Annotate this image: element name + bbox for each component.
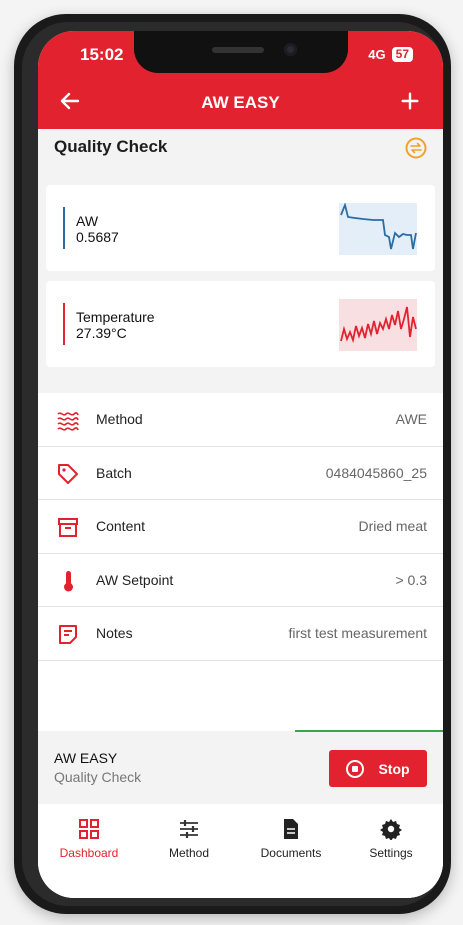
app-title: AW EASY <box>201 93 280 112</box>
detail-value-notes: first test measurement <box>288 625 428 641</box>
detail-row-content[interactable]: Content Dried meat <box>38 500 443 554</box>
nav-label-settings: Settings <box>369 846 413 860</box>
detail-name-method: Method <box>96 411 143 427</box>
detail-row-method[interactable]: Method AWE <box>38 393 443 447</box>
details-list: Method AWE Batch 0484045860_25 Content D… <box>38 393 443 661</box>
detail-name-content: Content <box>96 518 146 534</box>
detail-name-aw-setpoint: AW Setpoint <box>96 571 174 588</box>
stop-button[interactable]: Stop <box>329 750 427 787</box>
detail-value-content: Dried meat <box>358 518 427 534</box>
camera <box>284 43 297 56</box>
aw-label: AW <box>76 213 99 229</box>
aw-card[interactable]: AW 0.5687 <box>46 185 435 271</box>
status-right: 4G 57 <box>368 47 413 62</box>
detail-value-aw-setpoint: > 0.3 <box>395 571 427 588</box>
aw-value: 0.5687 <box>76 229 119 245</box>
temperature-indicator-bar <box>63 303 65 345</box>
temperature-value: 27.39°C <box>76 325 127 341</box>
measurement-footer: AW EASY Quality Check Stop <box>38 732 443 804</box>
temperature-sparkline <box>339 299 417 351</box>
gear-icon <box>380 819 402 840</box>
sync-icon[interactable] <box>405 137 427 159</box>
footer-device: AW EASY <box>54 750 118 766</box>
notes-icon <box>59 625 77 644</box>
screen: 15:02 4G 57 AW EASY Quality Check AW 0.5… <box>38 31 443 898</box>
nav-settings[interactable]: Settings <box>346 818 436 860</box>
temperature-label: Temperature <box>76 309 155 325</box>
battery-indicator: 57 <box>391 47 413 62</box>
stage: 15:02 4G 57 AW EASY Quality Check AW 0.5… <box>0 0 463 925</box>
notch <box>134 31 348 73</box>
footer-mode: Quality Check <box>54 769 142 785</box>
aw-label-block: AW 0.5687 <box>76 213 119 245</box>
nav-label-dashboard: Dashboard <box>59 846 119 860</box>
detail-name-notes: Notes <box>96 625 133 641</box>
detail-row-notes[interactable]: Notes first test measurement <box>38 607 443 661</box>
plus-icon[interactable] <box>399 89 421 113</box>
detail-value-batch: 0484045860_25 <box>325 464 427 481</box>
nav-documents[interactable]: Documents <box>246 818 336 860</box>
nav-label-method: Method <box>168 846 210 860</box>
thermometer-icon <box>64 570 73 591</box>
nav-method[interactable]: Method <box>144 818 234 860</box>
stop-label: Stop <box>378 760 410 777</box>
aw-sparkline <box>339 203 417 255</box>
document-icon <box>284 819 298 839</box>
speaker <box>212 47 264 53</box>
temperature-card[interactable]: Temperature 27.39°C <box>46 281 435 367</box>
archive-box-icon <box>58 518 78 537</box>
spacer <box>38 661 443 731</box>
aw-indicator-bar <box>63 207 65 249</box>
tag-icon <box>58 463 78 484</box>
detail-name-batch: Batch <box>96 464 132 481</box>
stop-icon <box>346 759 365 778</box>
network-indicator: 4G <box>368 47 386 62</box>
temperature-label-block: Temperature 27.39°C <box>76 309 155 341</box>
detail-value-method: AWE <box>395 411 427 427</box>
content: Quality Check AW 0.5687 Temperature 27.3… <box>38 129 443 898</box>
nav-dashboard[interactable]: Dashboard <box>44 818 134 860</box>
bottom-nav: Dashboard Method Documents Settings <box>38 804 443 898</box>
waves-icon <box>57 412 79 431</box>
detail-row-aw-setpoint[interactable]: AW Setpoint > 0.3 <box>38 554 443 607</box>
page-title: Quality Check <box>54 137 168 156</box>
detail-row-batch[interactable]: Batch 0484045860_25 <box>38 447 443 500</box>
sliders-icon <box>180 820 198 838</box>
grid-icon <box>79 819 99 839</box>
nav-label-documents: Documents <box>260 846 322 860</box>
status-time: 15:02 <box>80 45 124 64</box>
